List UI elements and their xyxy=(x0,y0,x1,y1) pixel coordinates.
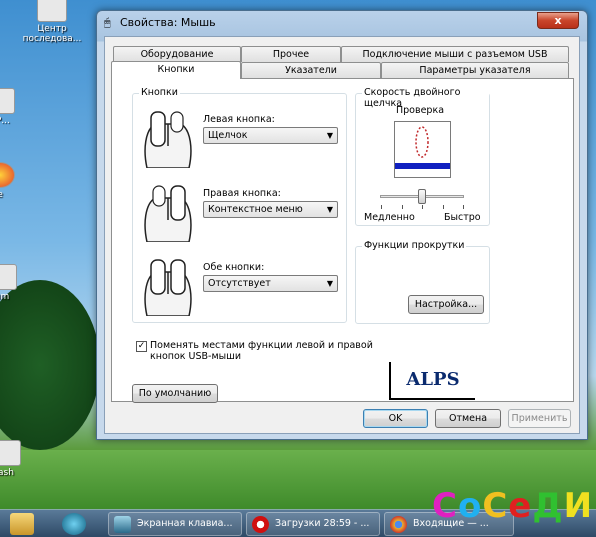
dialog-client: Оборудование Прочее Подключение мыши с р… xyxy=(104,36,580,434)
desktop-icon-3[interactable]: um xyxy=(0,264,32,302)
cancel-button[interactable]: Отмена xyxy=(435,409,501,428)
desktop-icon-chrome[interactable]: e xyxy=(0,162,30,200)
slider-tick xyxy=(381,205,382,209)
scroll-group: Функции прокрутки Настройка... xyxy=(355,240,490,324)
close-button[interactable]: x xyxy=(537,12,579,29)
mouse-icon: 🖱 xyxy=(104,16,111,29)
alps-logo: ALPS xyxy=(389,362,475,400)
double-click-test-area[interactable] xyxy=(394,121,451,178)
folder-test-icon xyxy=(395,126,450,169)
media-player-icon[interactable] xyxy=(62,513,86,535)
double-click-speed-slider[interactable] xyxy=(418,189,426,204)
desktop-icon-flash[interactable]: ash xyxy=(0,440,36,478)
watermark-logo: СоСеДИ xyxy=(432,486,594,526)
ok-button[interactable]: OK xyxy=(363,409,428,428)
chevron-down-icon: ▼ xyxy=(326,205,333,214)
document-icon xyxy=(37,0,67,22)
opera-icon xyxy=(252,516,269,533)
scroll-settings-button[interactable]: Настройка... xyxy=(408,295,484,314)
window-title: Свойства: Мышь xyxy=(120,16,216,29)
slider-tick xyxy=(422,205,423,209)
app-icon xyxy=(0,264,17,290)
mouse-both-buttons-icon xyxy=(144,259,192,316)
swap-buttons-label: Поменять местами функции левой и правой … xyxy=(150,340,373,362)
task-opera-downloads[interactable]: Загрузки 28:59 - ... xyxy=(246,512,380,536)
tab-other[interactable]: Прочее xyxy=(241,46,341,62)
fast-label: Быстро xyxy=(444,212,481,223)
right-button-label: Правая кнопка: xyxy=(203,188,281,199)
app-icon xyxy=(0,88,15,114)
flash-icon xyxy=(0,440,21,466)
slider-tick xyxy=(443,205,444,209)
mouse-right-button-icon xyxy=(144,185,192,242)
slow-label: Медленно xyxy=(364,212,415,223)
title-bar[interactable]: 🖱 Свойства: Мышь x xyxy=(97,11,587,35)
chrome-icon xyxy=(0,162,15,188)
chrome-icon xyxy=(390,516,407,533)
tab-panel-buttons: Кнопки Левая кнопка: Щелчок ▼ Правая кно… xyxy=(111,78,574,403)
both-buttons-label: Обе кнопки: xyxy=(203,262,265,273)
both-buttons-select[interactable]: Отсутствует ▼ xyxy=(203,275,338,292)
task-onscreen-keyboard[interactable]: Экранная клавиа... xyxy=(108,512,242,536)
chevron-down-icon: ▼ xyxy=(326,279,333,288)
tab-hardware[interactable]: Оборудование xyxy=(113,46,241,62)
desktop-icon-2[interactable]: ..Р... xyxy=(0,88,30,126)
tab-pointers[interactable]: Указатели xyxy=(241,62,381,78)
mouse-left-button-icon xyxy=(144,111,192,168)
tab-pointer-options[interactable]: Параметры указателя xyxy=(381,62,569,78)
buttons-group-title: Кнопки xyxy=(139,87,180,98)
double-click-group: Скорость двойного щелчка Проверка Медлен… xyxy=(355,87,490,226)
right-button-select[interactable]: Контекстное меню ▼ xyxy=(203,201,338,218)
restore-defaults-button[interactable]: По умолчанию xyxy=(132,384,218,403)
desktop-tree xyxy=(0,280,100,450)
left-button-select[interactable]: Щелчок ▼ xyxy=(203,127,338,144)
buttons-group: Кнопки Левая кнопка: Щелчок ▼ Правая кно… xyxy=(132,87,347,323)
desktop-icon-center[interactable]: Центр последова... xyxy=(22,0,82,44)
left-button-label: Левая кнопка: xyxy=(203,114,275,125)
swap-buttons-checkbox[interactable]: ✓ xyxy=(136,341,147,352)
chevron-down-icon: ▼ xyxy=(326,131,333,140)
explorer-icon[interactable] xyxy=(10,513,34,535)
mouse-properties-window: 🖱 Свойства: Мышь x Оборудование Прочее П… xyxy=(96,10,588,440)
tab-buttons[interactable]: Кнопки xyxy=(111,61,241,79)
keyboard-icon xyxy=(114,516,131,533)
tab-usb-mouse[interactable]: Подключение мыши с разъемом USB xyxy=(341,46,569,62)
test-label: Проверка xyxy=(396,105,445,116)
slider-tick xyxy=(463,205,464,209)
apply-button[interactable]: Применить xyxy=(508,409,571,428)
scroll-title: Функции прокрутки xyxy=(362,240,467,251)
slider-tick xyxy=(402,205,403,209)
